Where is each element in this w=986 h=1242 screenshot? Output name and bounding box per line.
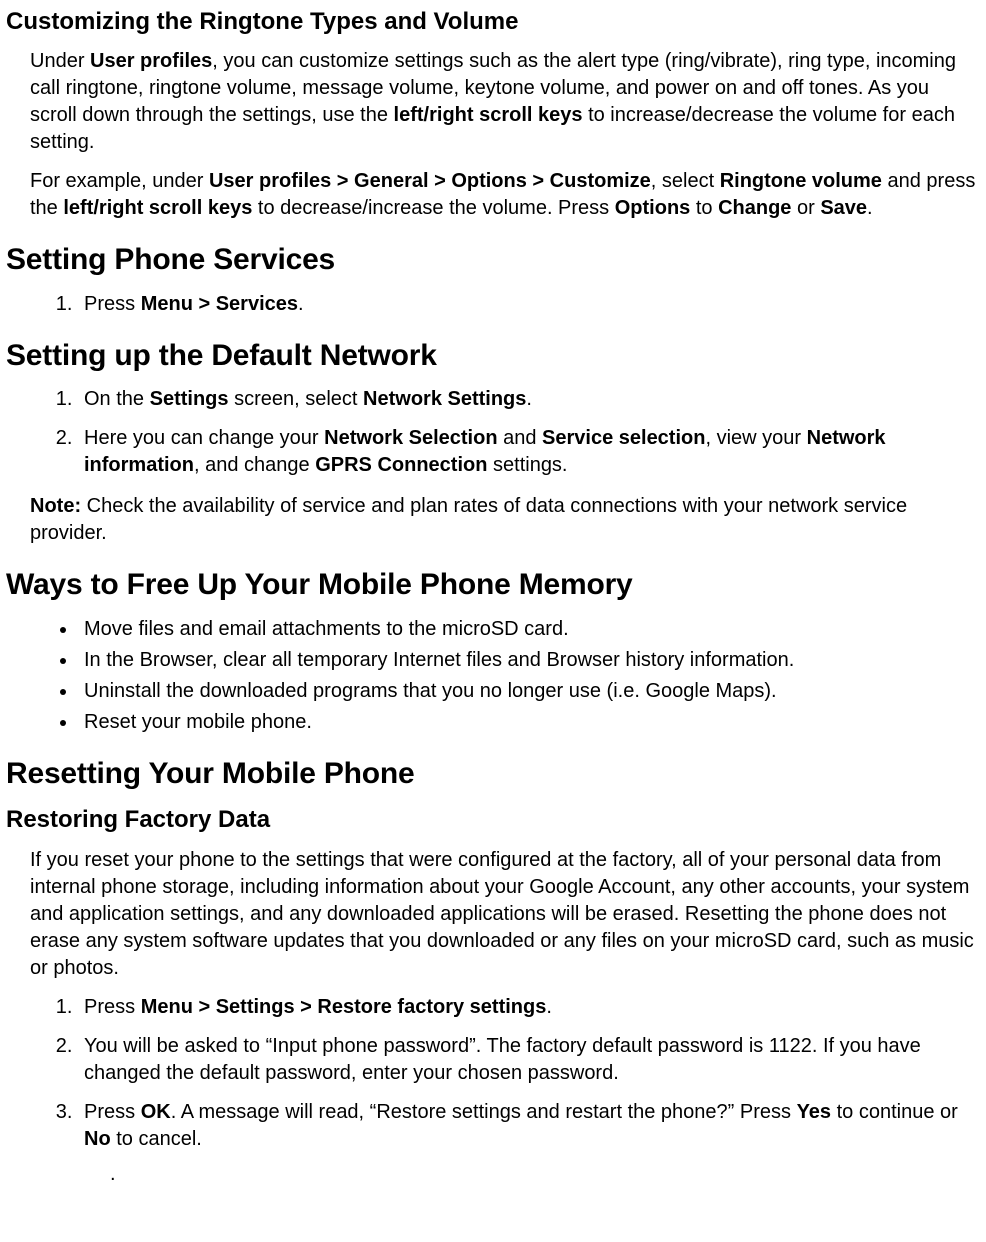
list-item: You will be asked to “Input phone passwo… xyxy=(78,1033,980,1087)
bold-ringtone-volume: Ringtone volume xyxy=(720,170,882,192)
bold-scroll-keys: left/right scroll keys xyxy=(63,197,252,219)
list-reset: Press Menu > Settings > Restore factory … xyxy=(6,994,980,1153)
heading-restoring-factory: Restoring Factory Data xyxy=(6,804,980,836)
text: to decrease/increase the volume. Press xyxy=(252,197,614,219)
list-memory: Move files and email attachments to the … xyxy=(6,616,980,736)
text: screen, select xyxy=(229,388,364,410)
list-services: Press Menu > Services. xyxy=(6,291,980,318)
bold-no: No xyxy=(84,1128,111,1150)
bold-service-selection: Service selection xyxy=(542,427,705,449)
list-item: Press Menu > Services. xyxy=(78,291,980,318)
text: Press xyxy=(84,996,141,1018)
list-item: Press OK. A message will read, “Restore … xyxy=(78,1099,980,1153)
bold-settings: Settings xyxy=(150,388,229,410)
text: to xyxy=(690,197,718,219)
list-item: Move files and email attachments to the … xyxy=(78,616,980,643)
text: For example, under xyxy=(30,170,209,192)
bold-restore-path: Menu > Settings > Restore factory settin… xyxy=(141,996,547,1018)
text: . xyxy=(298,293,304,315)
bold-path-customize: User profiles > General > Options > Cust… xyxy=(209,170,651,192)
list-item: In the Browser, clear all temporary Inte… xyxy=(78,647,980,674)
text: Under xyxy=(30,50,90,72)
bold-scroll-keys: left/right scroll keys xyxy=(394,104,583,126)
heading-reset-phone: Resetting Your Mobile Phone xyxy=(6,754,980,795)
bold-change: Change xyxy=(718,197,791,219)
text: , select xyxy=(651,170,720,192)
heading-customizing-ringtone: Customizing the Ringtone Types and Volum… xyxy=(6,6,980,38)
text: settings. xyxy=(487,454,567,476)
paragraph-reset-intro: If you reset your phone to the settings … xyxy=(30,847,980,982)
list-item: Here you can change your Network Selecti… xyxy=(78,425,980,479)
text: and xyxy=(498,427,542,449)
bold-note: Note: xyxy=(30,495,81,517)
text: Press xyxy=(84,293,141,315)
heading-free-memory: Ways to Free Up Your Mobile Phone Memory xyxy=(6,565,980,606)
text: or xyxy=(791,197,820,219)
text: Here you can change your xyxy=(84,427,324,449)
text: , and change xyxy=(194,454,315,476)
bold-options: Options xyxy=(615,197,691,219)
bold-network-settings: Network Settings xyxy=(363,388,526,410)
text: . xyxy=(546,996,552,1018)
paragraph-ringtone-example: For example, under User profiles > Gener… xyxy=(30,168,980,222)
text: . A message will read, “Restore settings… xyxy=(171,1101,797,1123)
text: Check the availability of service and pl… xyxy=(30,495,907,544)
list-item: Uninstall the downloaded programs that y… xyxy=(78,678,980,705)
list-item: On the Settings screen, select Network S… xyxy=(78,386,980,413)
list-network: On the Settings screen, select Network S… xyxy=(6,386,980,479)
bold-menu-services: Menu > Services xyxy=(141,293,298,315)
bold-user-profiles: User profiles xyxy=(90,50,212,72)
text: to cancel. xyxy=(111,1128,202,1150)
heading-default-network: Setting up the Default Network xyxy=(6,336,980,377)
stray-dot: . xyxy=(110,1161,980,1188)
bold-yes: Yes xyxy=(797,1101,831,1123)
list-item: Reset your mobile phone. xyxy=(78,709,980,736)
heading-setting-phone-services: Setting Phone Services xyxy=(6,240,980,281)
bold-save: Save xyxy=(820,197,867,219)
text: On the xyxy=(84,388,150,410)
list-item: Press Menu > Settings > Restore factory … xyxy=(78,994,980,1021)
text: , view your xyxy=(705,427,806,449)
bold-gprs-connection: GPRS Connection xyxy=(315,454,487,476)
bold-ok: OK xyxy=(141,1101,171,1123)
text: Press xyxy=(84,1101,141,1123)
paragraph-network-note: Note: Check the availability of service … xyxy=(30,493,980,547)
text: . xyxy=(526,388,532,410)
paragraph-ringtone-intro: Under User profiles, you can customize s… xyxy=(30,48,980,156)
bold-network-selection: Network Selection xyxy=(324,427,497,449)
text: to continue or xyxy=(831,1101,958,1123)
text: . xyxy=(867,197,873,219)
